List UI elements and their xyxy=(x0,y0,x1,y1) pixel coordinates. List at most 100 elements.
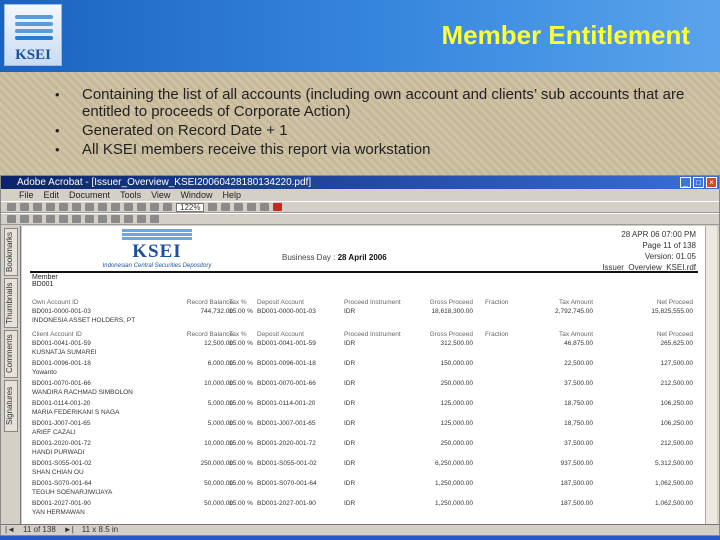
menu-edit[interactable]: Edit xyxy=(44,189,60,201)
cell-gross: 18,618,300.00 xyxy=(431,308,473,315)
reflow-icon[interactable] xyxy=(260,203,270,211)
cell-tax: 15.00 % xyxy=(229,308,253,315)
cell-tax: 15.00 % xyxy=(229,500,253,507)
cell-deposit: BD001-2027-001-90 xyxy=(257,500,316,507)
column-header: Record Balance xyxy=(186,299,233,306)
first-page-icon[interactable] xyxy=(85,203,94,211)
zoom-out-icon[interactable] xyxy=(163,203,172,211)
cell-id: BD001-0070-001-66 xyxy=(32,380,91,387)
text-select-icon[interactable] xyxy=(33,215,42,223)
taskbar xyxy=(0,536,720,540)
vertical-scrollbar[interactable] xyxy=(705,226,717,524)
cell-taxamt: 187,500.00 xyxy=(560,500,593,507)
cell-net: 212,500.00 xyxy=(660,380,693,387)
cell-gross: 250,000.00 xyxy=(440,380,473,387)
tab-thumbnails[interactable]: Thumbnails xyxy=(4,278,18,328)
cell-name: INDONESIA ASSET HOLDERS, PT xyxy=(32,317,136,324)
pencil-tool-icon[interactable] xyxy=(72,215,81,223)
menu-bar: File Edit Document Tools View Window Hel… xyxy=(1,189,719,201)
window-titlebar: Adobe Acrobat - [Issuer_Overview_KSEI200… xyxy=(1,176,719,189)
link-tool-icon[interactable] xyxy=(124,215,133,223)
actual-size-icon[interactable] xyxy=(221,203,231,211)
column-header: Tax % xyxy=(229,331,247,338)
close-button[interactable]: × xyxy=(706,177,717,188)
menu-help[interactable]: Help xyxy=(222,189,241,201)
tab-comments[interactable]: Comments xyxy=(4,330,18,378)
page-size: 11 x 8.5 in xyxy=(81,525,119,534)
cell-tax: 15.00 % xyxy=(229,480,253,487)
crop-tool-icon[interactable] xyxy=(137,215,146,223)
table-row: BD001-0070-001-66 10,000.00 15.00 % BD001-0… xyxy=(32,380,698,400)
email-icon[interactable] xyxy=(46,203,55,211)
note-tool-icon[interactable] xyxy=(59,215,68,223)
back-icon[interactable] xyxy=(137,203,146,211)
find-icon[interactable] xyxy=(72,203,81,211)
cell-instr: IDR xyxy=(344,380,356,387)
highlight-tool-icon[interactable] xyxy=(85,215,94,223)
save-icon[interactable] xyxy=(20,203,29,211)
menu-window[interactable]: Window xyxy=(180,189,212,201)
cell-net: 265,625.00 xyxy=(660,340,693,347)
adobe-icon[interactable] xyxy=(273,203,283,211)
forward-icon[interactable] xyxy=(150,203,159,211)
cell-gross: 1,250,000.00 xyxy=(435,500,473,507)
cell-instr: IDR xyxy=(344,400,356,407)
cell-taxamt: 37,500.00 xyxy=(564,440,593,447)
cell-instr: IDR xyxy=(344,460,356,467)
zoom-in-icon[interactable] xyxy=(208,203,218,211)
table-header: Client Account ID Record Balance Tax % Depo… xyxy=(32,331,698,340)
first-page-button[interactable]: |◄ xyxy=(5,525,15,535)
column-header: Proceed Instrument xyxy=(344,299,401,306)
column-header: Tax % xyxy=(229,299,247,306)
table-row: BD001-J007-001-65 5,000.00 15.00 % BD001-J0… xyxy=(32,420,698,440)
next-page-icon[interactable] xyxy=(111,203,120,211)
column-header: Tax Amount xyxy=(559,331,593,338)
toolbar-tools xyxy=(1,213,719,225)
cell-taxamt: 187,500.00 xyxy=(560,480,593,487)
report-logo: KSEI Indonesian Central Securities Depos… xyxy=(97,228,217,269)
cell-id: BD001-2020-001-72 xyxy=(32,440,91,447)
ksei-logo: KSEI xyxy=(4,4,62,66)
stamp-tool-icon[interactable] xyxy=(98,215,107,223)
maximize-button[interactable]: □ xyxy=(693,177,704,188)
toolbar-main: 122% xyxy=(1,201,719,213)
page-indicator[interactable]: 11 of 138 xyxy=(23,525,56,535)
cell-tax: 15.00 % xyxy=(229,440,253,447)
table-row: BD001-S070-001-64 50,000.00 15.00 % BD001-S… xyxy=(32,480,698,500)
form-tool-icon[interactable] xyxy=(111,215,120,223)
cell-tax: 15.00 % xyxy=(229,360,253,367)
acrobat-window: Adobe Acrobat - [Issuer_Overview_KSEI200… xyxy=(0,175,720,536)
tab-signatures[interactable]: Signatures xyxy=(4,380,18,432)
cell-deposit: BD001-0000-001-03 xyxy=(257,308,316,315)
cell-deposit: BD001-J007-001-65 xyxy=(257,420,316,427)
cell-taxamt: 22,500.00 xyxy=(564,360,593,367)
menu-file[interactable]: File xyxy=(19,189,34,201)
search-icon[interactable] xyxy=(59,203,68,211)
business-day: Business Day : 28 April 2006 xyxy=(282,253,387,262)
print-icon[interactable] xyxy=(33,203,42,211)
cell-tax: 15.00 % xyxy=(229,340,253,347)
cell-net: 106,250.00 xyxy=(660,400,693,407)
graphics-select-icon[interactable] xyxy=(46,215,55,223)
cell-instr: IDR xyxy=(344,440,356,447)
cell-id: BD001-S070-001-64 xyxy=(32,480,92,487)
slide-title: Member Entitlement xyxy=(441,20,691,50)
last-page-icon[interactable] xyxy=(124,203,133,211)
last-page-button[interactable]: ►| xyxy=(64,525,74,535)
menu-view[interactable]: View xyxy=(151,189,170,201)
cell-gross: 150,000.00 xyxy=(440,360,473,367)
menu-tools[interactable]: Tools xyxy=(120,189,141,201)
fit-width-icon[interactable] xyxy=(247,203,257,211)
open-icon[interactable] xyxy=(7,203,16,211)
minimize-button[interactable]: _ xyxy=(680,177,691,188)
tab-bookmarks[interactable]: Bookmarks xyxy=(4,228,18,276)
bullet-list: Containing the list of all accounts (inc… xyxy=(55,86,695,160)
fit-page-icon[interactable] xyxy=(234,203,244,211)
zoom-tool-icon[interactable] xyxy=(20,215,29,223)
hand-tool-icon[interactable] xyxy=(7,215,16,223)
article-tool-icon[interactable] xyxy=(150,215,159,223)
menu-document[interactable]: Document xyxy=(69,189,110,201)
prev-page-icon[interactable] xyxy=(98,203,107,211)
zoom-select[interactable]: 122% xyxy=(176,202,205,212)
cell-gross: 125,000.00 xyxy=(440,420,473,427)
